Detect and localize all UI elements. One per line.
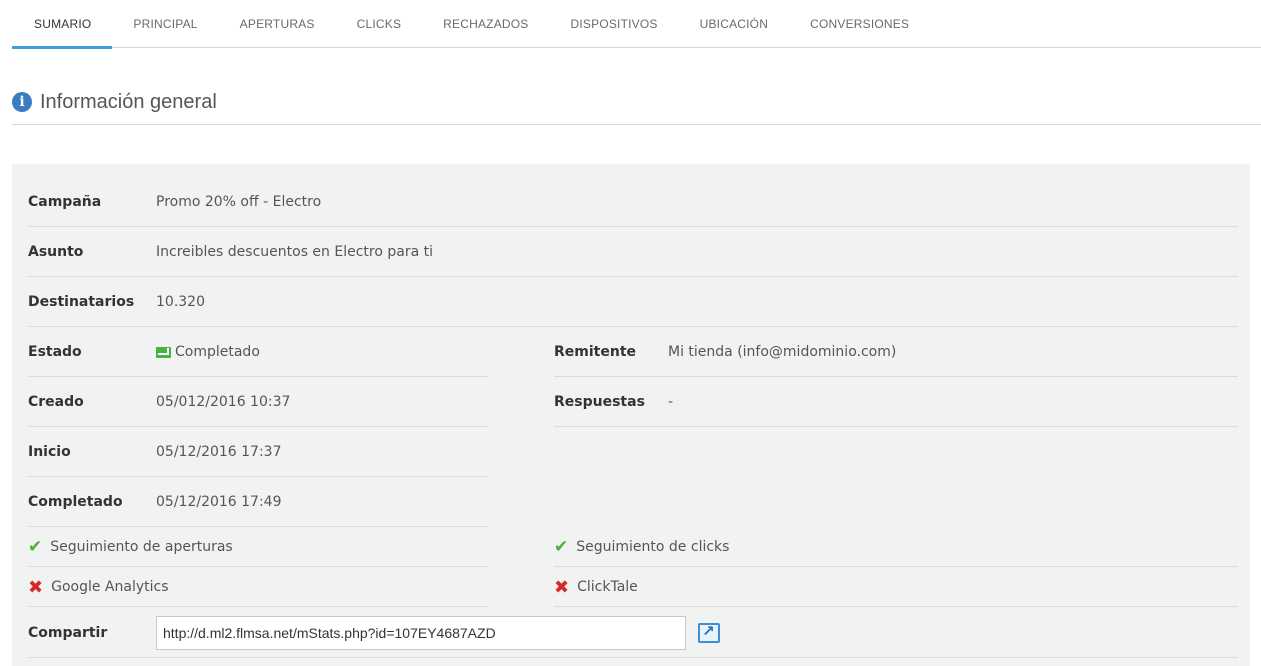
tab-conversiones[interactable]: CONVERSIONES — [789, 0, 930, 48]
tab-aperturas[interactable]: APERTURAS — [219, 0, 336, 48]
respuestas-label: Respuestas — [554, 394, 645, 410]
row-remitente: Remitente Mi tienda (info@midominio.com) — [554, 328, 1238, 377]
remitente-value: Mi tienda (info@midominio.com) — [668, 344, 897, 360]
creado-value: 05/012/2016 10:37 — [156, 394, 291, 410]
estado-value: Completado — [175, 344, 260, 360]
completado-label: Completado — [28, 494, 123, 510]
tab-clicks[interactable]: CLICKS — [336, 0, 423, 48]
estado-label: Estado — [28, 344, 82, 360]
info-icon: i — [12, 92, 32, 112]
remitente-label: Remitente — [554, 344, 637, 360]
asunto-label: Asunto — [28, 244, 84, 260]
destinatarios-label: Destinatarios — [28, 294, 135, 310]
tab-principal[interactable]: PRINCIPAL — [112, 0, 218, 48]
completado-value: 05/12/2016 17:49 — [156, 494, 282, 510]
destinatarios-value: 10.320 — [156, 294, 205, 310]
section-title: Información general — [40, 90, 217, 113]
row-estado: Estado Completado — [28, 328, 489, 377]
inicio-label: Inicio — [28, 444, 71, 460]
row-destinatarios: Destinatarios 10.320 — [28, 278, 1238, 327]
share-url-input[interactable] — [156, 615, 686, 650]
tracking-aperturas: Seguimiento de aperturas — [50, 539, 233, 555]
row-respuestas: Respuestas - — [554, 378, 1238, 427]
tab-rechazados[interactable]: RECHAZADOS — [422, 0, 549, 48]
tab-dispositivos[interactable]: DISPOSITIVOS — [550, 0, 679, 48]
row-asunto: Asunto Increibles descuentos en Electro … — [28, 228, 1238, 277]
row-clicktale: ✖ ClickTale — [554, 568, 1238, 607]
respuestas-value: - — [668, 394, 674, 410]
row-tracking-aperturas: ✔ Seguimiento de aperturas — [28, 528, 489, 567]
open-link-icon[interactable] — [698, 622, 720, 643]
tab-sumario[interactable]: SUMARIO — [12, 0, 113, 49]
row-creado: Creado 05/012/2016 10:37 — [28, 378, 489, 427]
envelope-icon — [156, 346, 171, 358]
asunto-value: Increibles descuentos en Electro para ti — [156, 244, 433, 260]
cross-icon: ✖ — [554, 576, 570, 598]
row-campana: Campaña Promo 20% off - Electro — [28, 178, 1238, 227]
tab-ubicacion[interactable]: UBICACIÓN — [679, 0, 789, 48]
section-divider — [12, 124, 1261, 125]
creado-label: Creado — [28, 394, 84, 410]
row-completado: Completado 05/12/2016 17:49 — [28, 478, 489, 527]
row-compartir: Compartir — [28, 608, 1238, 658]
info-panel: Campaña Promo 20% off - Electro Asunto I… — [12, 164, 1250, 666]
clicktale: ClickTale — [577, 579, 638, 595]
check-icon: ✔ — [554, 537, 569, 557]
row-inicio: Inicio 05/12/2016 17:37 — [28, 428, 489, 477]
row-tracking-clicks: ✔ Seguimiento de clicks — [554, 528, 1238, 567]
tracking-clicks: Seguimiento de clicks — [576, 539, 730, 555]
inicio-value: 05/12/2016 17:37 — [156, 444, 282, 460]
report-tabs: SUMARIO PRINCIPAL APERTURAS CLICKS RECHA… — [12, 0, 1261, 49]
section-header: i Información general — [12, 82, 217, 122]
row-google-analytics: ✖ Google Analytics — [28, 568, 489, 607]
cross-icon: ✖ — [28, 576, 44, 598]
campana-label: Campaña — [28, 194, 102, 210]
compartir-label: Compartir — [28, 624, 108, 641]
campana-value: Promo 20% off - Electro — [156, 194, 322, 210]
check-icon: ✔ — [28, 537, 43, 557]
google-analytics: Google Analytics — [51, 579, 169, 595]
